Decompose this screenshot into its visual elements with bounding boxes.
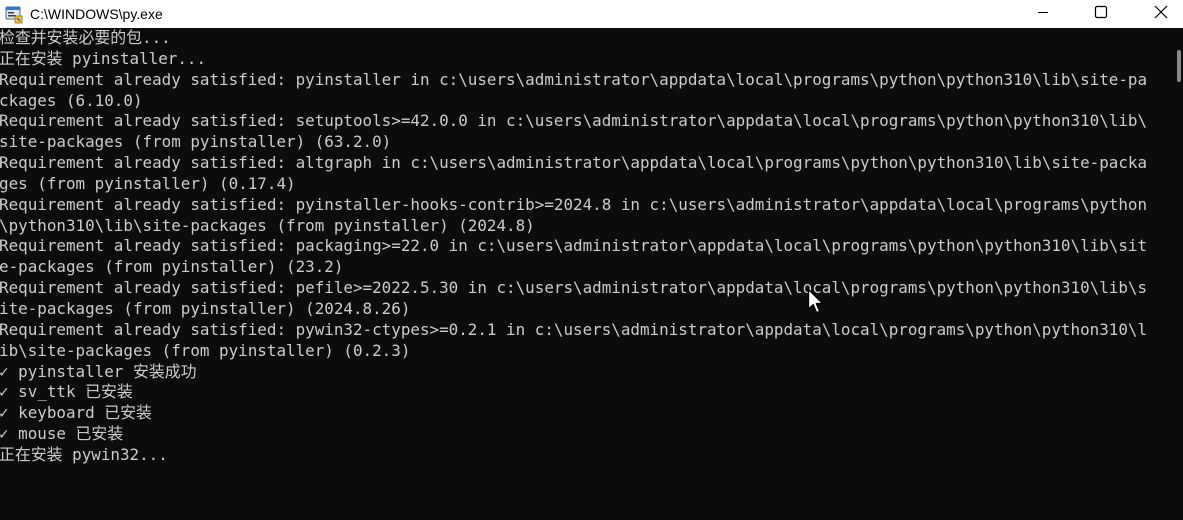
console-line: Requirement already satisfied: pyinstall… — [0, 69, 1148, 89]
minimize-button[interactable] — [1013, 0, 1073, 28]
close-icon — [1154, 5, 1168, 24]
console-app-icon[interactable] — [3, 3, 25, 25]
console-line: e-packages (from pyinstaller) (23.2) — [0, 257, 344, 277]
maximize-button[interactable] — [1071, 0, 1131, 28]
mouse-pointer-icon — [807, 288, 827, 316]
title-bar[interactable]: C:\WINDOWS\py.exe — [0, 0, 1183, 28]
vertical-scrollbar[interactable] — [1175, 28, 1183, 520]
console-line: 正在安装 pywin32... — [0, 444, 168, 464]
scrollbar-thumb[interactable] — [1177, 50, 1181, 82]
console-line: ib\site-packages (from pyinstaller) (0.2… — [0, 340, 411, 360]
console-line: Requirement already satisfied: setuptool… — [0, 111, 1148, 131]
console-line: ges (from pyinstaller) (0.17.4) — [0, 173, 296, 193]
console-line: 正在安装 pyinstaller... — [0, 48, 207, 68]
console-line: ite-packages (from pyinstaller) (2024.8.… — [0, 298, 411, 318]
console-output[interactable]: 检查并安装必要的包... 正在安装 pyinstaller... Require… — [0, 28, 1175, 520]
console-line: ✓ keyboard 已安装 — [0, 403, 152, 423]
console-line: Requirement already satisfied: pyinstall… — [0, 194, 1148, 214]
console-line: Requirement already satisfied: altgraph … — [0, 153, 1148, 173]
minimize-icon — [1036, 5, 1050, 24]
maximize-icon — [1094, 5, 1108, 24]
console-line: ✓ mouse 已安装 — [0, 424, 124, 444]
console-line: 检查并安装必要的包... — [0, 28, 171, 47]
console-line: ✓ pyinstaller 安装成功 — [0, 361, 197, 381]
console-line: Requirement already satisfied: pefile>=2… — [0, 278, 1148, 298]
console-line: Requirement already satisfied: packaging… — [0, 236, 1148, 256]
window-title: C:\WINDOWS\py.exe — [30, 6, 163, 22]
console-window: C:\WINDOWS\py.exe 检查并安装必要的包... 正在安装 pyin… — [0, 0, 1183, 520]
console-line: site-packages (from pyinstaller) (63.2.0… — [0, 132, 392, 152]
console-line: ✓ sv_ttk 已安装 — [0, 382, 133, 402]
console-line: Requirement already satisfied: pywin32-c… — [0, 319, 1148, 339]
console-line: ckages (6.10.0) — [0, 90, 143, 110]
close-button[interactable] — [1131, 0, 1183, 28]
console-line: \python310\lib\site-packages (from pyins… — [0, 215, 535, 235]
